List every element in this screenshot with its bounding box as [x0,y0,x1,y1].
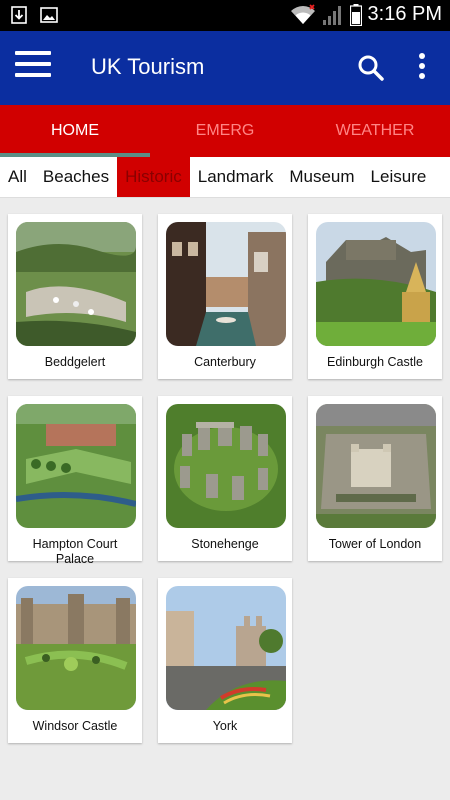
place-photo [316,404,436,528]
category-all[interactable]: All [0,157,35,197]
place-name: Windsor Castle [32,719,118,733]
download-icon [11,6,27,24]
app-bar: UK Tourism [0,31,450,105]
hamburger-menu-icon[interactable] [15,51,53,85]
category-filter-bar: All Beaches Historic Landmark Museum Lei… [0,157,450,198]
signal-icon [322,5,341,25]
place-photo [16,222,136,346]
place-name: Stonehenge [191,537,259,551]
battery-icon [349,3,362,26]
category-landmark[interactable]: Landmark [190,157,282,197]
place-name: Hampton Court Palace [32,537,118,566]
place-card-tower-of-london[interactable]: Tower of London [308,396,442,561]
category-beaches[interactable]: Beaches [35,157,117,197]
category-historic[interactable]: Historic [117,157,190,197]
place-photo [316,222,436,346]
status-bar: 3:16 PM [0,0,450,31]
more-vert-icon[interactable] [414,53,430,83]
place-photo [16,404,136,528]
place-photo [16,586,136,710]
place-card-windsor-castle[interactable]: Windsor Castle [8,578,142,743]
search-icon[interactable] [356,53,386,83]
wifi-icon [290,3,315,24]
tab-bar: HOME EMERG WEATHER [0,105,450,157]
place-photo [166,222,286,346]
tab-weather[interactable]: WEATHER [300,105,450,157]
place-name: Tower of London [328,537,422,551]
tab-home[interactable]: HOME [0,105,150,157]
place-name: Edinburgh Castle [327,355,423,369]
place-card-edinburgh-castle[interactable]: Edinburgh Castle [308,214,442,379]
place-card-hampton-court-palace[interactable]: Hampton Court Palace [8,396,142,566]
category-museum[interactable]: Museum [281,157,362,197]
app-title: UK Tourism [91,54,205,79]
image-icon [40,7,58,23]
place-name: Canterbury [194,355,256,369]
place-name: Beddgelert [44,355,106,369]
place-name: York [212,719,238,733]
place-card-canterbury[interactable]: Canterbury [158,214,292,379]
clock: 3:16 PM [367,3,442,25]
category-leisure[interactable]: Leisure [363,157,435,197]
place-card-stonehenge[interactable]: Stonehenge [158,396,292,561]
place-photo [166,404,286,528]
place-card-york[interactable]: York [158,578,292,743]
place-photo [166,586,286,710]
tab-emerg[interactable]: EMERG [150,105,300,157]
place-card-beddgelert[interactable]: Beddgelert [8,214,142,379]
